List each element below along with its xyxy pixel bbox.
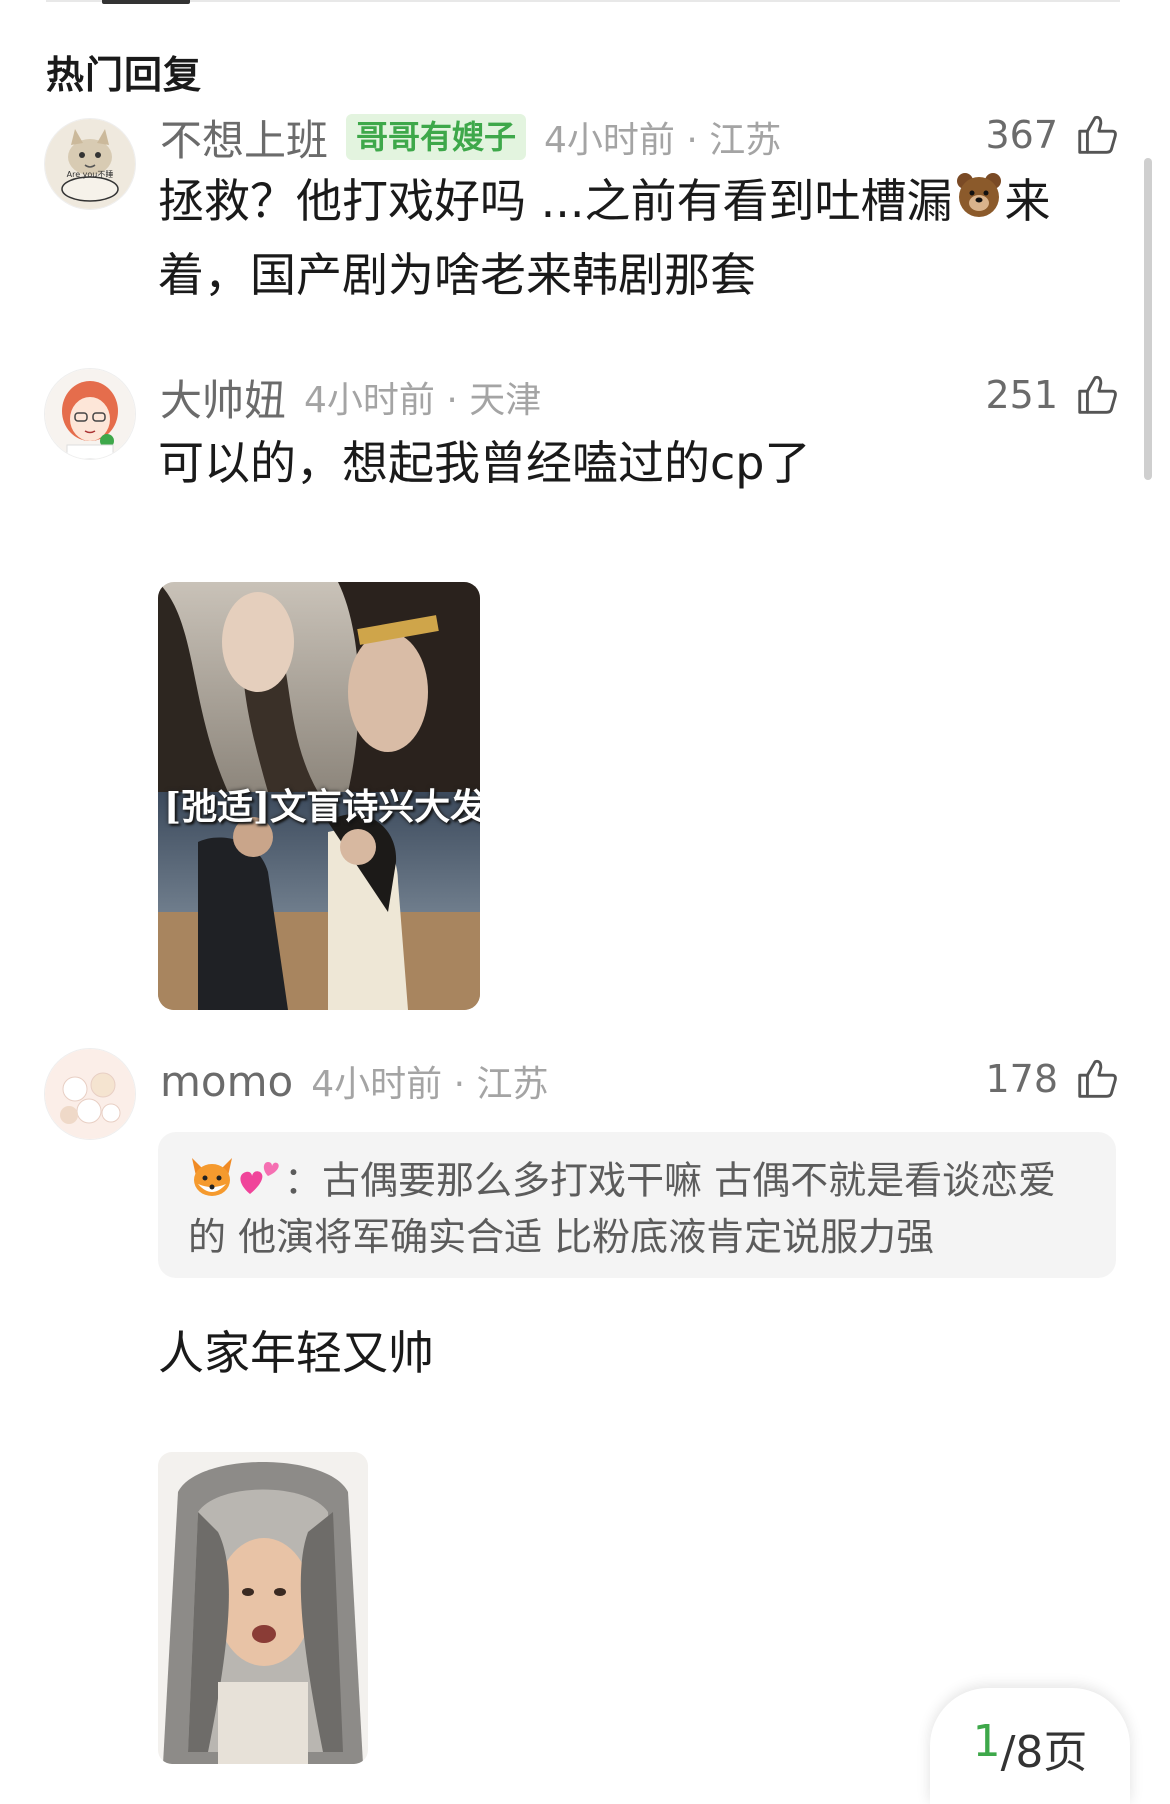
comment-text: 拯救？他打戏好吗 ...之前有看到吐槽漏 来着，国产剧为啥老来韩剧那套 — [158, 166, 1120, 310]
comment-image[interactable] — [158, 1452, 368, 1764]
bear-emoji — [953, 169, 1005, 240]
avatar-caption: Are you不睡 — [67, 170, 114, 179]
thumbs-up-icon — [1078, 115, 1117, 154]
scrollbar[interactable] — [1144, 158, 1152, 480]
fox-emoji — [188, 1154, 236, 1212]
sticker-image — [158, 1452, 368, 1764]
page-indicator[interactable]: 1/8页 — [930, 1688, 1130, 1804]
thumbs-up-icon — [1078, 1059, 1117, 1098]
user-badge: 哥哥有嫂子 — [346, 114, 527, 160]
cats-avatar-image — [45, 1049, 135, 1139]
comment-text: 人家年轻又帅 — [158, 1326, 434, 1380]
current-page: 1 — [972, 1716, 1001, 1767]
like-button[interactable]: 178 — [985, 1056, 1120, 1102]
username[interactable]: 大帅妞 — [160, 367, 286, 428]
section-title: 热门回复 — [46, 53, 203, 97]
hearts-emoji — [236, 1154, 284, 1212]
avatar[interactable] — [44, 1048, 136, 1140]
avatar[interactable]: Are you不睡 — [44, 118, 136, 210]
thumbs-up-icon — [1078, 375, 1117, 414]
tab-indicator — [102, 0, 190, 4]
like-count: 367 — [985, 113, 1058, 157]
time-location: 4小时前 · 江苏 — [311, 1064, 549, 1105]
avatar[interactable] — [44, 368, 136, 460]
comment-text-part: 拯救？他打戏好吗 ...之前有看到吐槽漏 — [158, 174, 953, 228]
like-count: 178 — [985, 1057, 1058, 1101]
cat-avatar-image: Are you不睡 — [45, 119, 135, 209]
username[interactable]: momo — [160, 1057, 293, 1106]
username[interactable]: 不想上班 — [160, 107, 328, 168]
comment-text: 可以的，想起我曾经嗑过的cp了 — [158, 436, 811, 490]
like-button[interactable]: 251 — [985, 372, 1120, 418]
time-location: 4小时前 · 天津 — [304, 380, 542, 421]
time-location: 4小时前 · 江苏 — [544, 120, 782, 161]
like-button[interactable]: 367 — [985, 112, 1120, 158]
image-caption: [弛适]文盲诗兴大发 — [164, 786, 480, 828]
comment-image[interactable]: [弛适]文盲诗兴大发 — [158, 582, 480, 1010]
quote-text: ：古偶要那么多打戏干嘛 古偶不就是看谈恋爱的 他演将军确实合适 比粉底液肯定说服… — [188, 1158, 1057, 1260]
anime-girl-avatar-image — [45, 369, 135, 459]
like-count: 251 — [985, 373, 1058, 417]
quoted-comment[interactable]: ：古偶要那么多打戏干嘛 古偶不就是看谈恋爱的 他演将军确实合适 比粉底液肯定说服… — [158, 1132, 1116, 1278]
total-pages: /8页 — [1000, 1727, 1088, 1778]
top-divider — [46, 0, 1120, 2]
